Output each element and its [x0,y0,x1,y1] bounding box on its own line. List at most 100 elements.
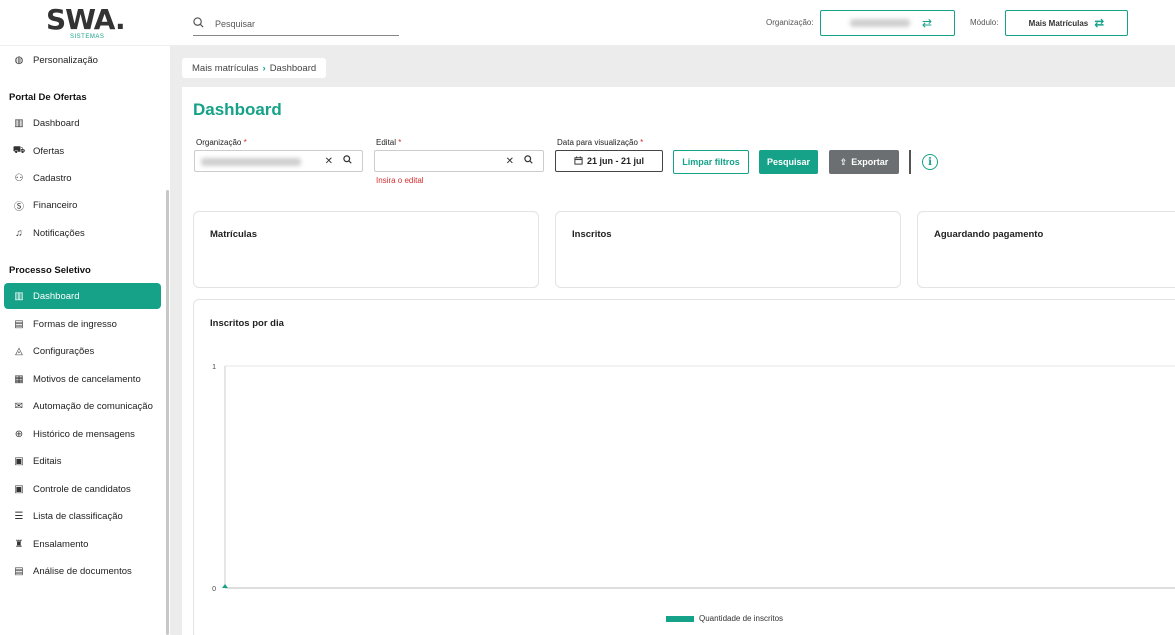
sidebar-item-label: Notificações [33,227,85,239]
module-value: Mais Matrículas [1028,18,1089,28]
search-placeholder: Pesquisar [215,18,256,29]
message-history-icon: ⊕ [14,428,24,440]
edital-label: Edital * [376,138,401,147]
sidebar-item-label: Dashboard [33,117,80,129]
card-inscritos: Inscritos [555,211,901,288]
sidebar-item-label: Financeiro [33,199,78,211]
search-button[interactable]: Pesquisar [759,150,818,174]
module-label: Módulo: [970,18,999,27]
required-mark: * [243,138,247,147]
chart-canvas: 10 [212,364,1175,593]
dollar-circle-icon: Ⓢ [14,201,24,213]
sidebar: ◍ Personalização Portal De Ofertas ▥ Das… [0,46,170,635]
sidebar-item-label: Ofertas [33,145,65,157]
search-icon[interactable] [343,155,352,167]
organization-switcher[interactable]: ⇄ [820,10,955,36]
mail-icon: ✉ [14,400,24,412]
organizacao-value-redacted [201,158,301,166]
sidebar-item-label: Controle de candidatos [33,483,131,495]
breadcrumb-parent[interactable]: Mais matrículas [192,63,259,74]
swap-icon: ⇄ [921,16,932,30]
sidebar-item-label: Automação de comunicação [33,400,153,412]
organization-name-redacted [849,19,910,27]
sidebar-item-ensalamento[interactable]: ♜ Ensalamento [4,531,161,557]
graduation-cap-icon: ◬ [15,345,23,357]
classroom-icon: ♜ [14,538,24,550]
required-mark: * [640,138,644,147]
legend-swatch [666,615,694,622]
dashboard-icon: ▥ [14,290,24,302]
required-mark: * [398,138,402,147]
export-button[interactable]: ⇪ Exportar [829,150,899,174]
dashboard-panel: Dashboard Organização * ✕ Edital * ✕ Ins… [182,87,1175,635]
date-range-value: 21 jun - 21 jul [586,156,644,166]
sidebar-item-configuracoes[interactable]: ◬ Configurações [4,338,161,364]
sidebar-item-label: Cadastro [33,172,72,184]
page-title: Dashboard [193,100,282,119]
clear-icon[interactable]: ✕ [506,156,514,167]
chevron-right-icon: › [262,62,266,74]
card-title: Matrículas [210,229,257,240]
sidebar-item-personalizacao[interactable]: ◍ Personalização [4,47,161,73]
sidebar-item-cadastro[interactable]: ⚇ Cadastro [4,165,161,191]
search-input[interactable]: Pesquisar [193,12,399,36]
logo[interactable]: SWA. SISTEMAS [46,6,126,42]
edital-label-text: Edital [376,138,397,147]
data-point [222,584,228,588]
sidebar-item-historico-de-mensagens[interactable]: ⊕ Histórico de mensagens [4,421,161,447]
list-icon: ☰ [14,510,24,522]
organizacao-label: Organização * [196,138,247,147]
info-icon[interactable]: i [922,154,938,170]
chart-inscritos-por-dia: Inscritos por dia 10 Quantidade de inscr… [193,299,1175,635]
document-check-icon: ▤ [14,565,24,577]
search-icon[interactable] [524,155,533,167]
sidebar-section-title: Processo Seletivo [9,265,91,276]
breadcrumb: Mais matrículas › Dashboard [182,58,327,78]
y-tick-label: 0 [212,586,216,593]
cart-icon: ⛟ [12,144,26,156]
user-edit-icon: ⚇ [14,172,24,184]
sidebar-item-lista-de-classificacao[interactable]: ☰ Lista de classificação [4,503,161,529]
sidebar-item-label: Histórico de mensagens [33,428,135,440]
sidebar-item-dashboard-ofertas[interactable]: ▥ Dashboard [4,110,161,136]
sidebar-item-notificacoes[interactable]: ♫ Notificações [4,220,161,246]
main-content: Mais matrículas › Dashboard Dashboard Or… [170,46,1175,635]
sidebar-item-controle-de-candidatos[interactable]: ▣ Controle de candidatos [4,476,161,502]
sidebar-item-label: Personalização [33,54,98,66]
export-label: Exportar [851,157,889,167]
edital-field[interactable]: ✕ [374,150,544,172]
organizacao-field[interactable]: ✕ [194,150,363,172]
sidebar-item-label: Motivos de cancelamento [33,373,141,385]
sidebar-scrollbar[interactable] [166,190,169,635]
organization-label: Organização: [766,18,814,27]
sidebar-item-automacao-de-comunicacao[interactable]: ✉ Automação de comunicação [4,393,161,419]
card-aguardando-pagamento: Aguardando pagamento [917,211,1175,288]
card-matriculas: Matrículas [193,211,539,288]
legend-label: Quantidade de inscritos [699,614,784,623]
clear-filters-button[interactable]: Limpar filtros [673,150,749,174]
module-switcher[interactable]: Mais Matrículas ⇄ [1005,10,1128,36]
sidebar-item-editais[interactable]: ▣ Editais [4,448,161,474]
chart-legend[interactable]: Quantidade de inscritos [666,614,783,623]
sidebar-item-dashboard-processo[interactable]: ▥ Dashboard [4,283,161,309]
search-icon [193,16,211,31]
divider [909,150,911,174]
sidebar-item-financeiro[interactable]: Ⓢ Financeiro [4,192,161,218]
sidebar-item-label: Análise de documentos [33,565,132,577]
sidebar-item-label: Configurações [33,345,95,357]
calendar-edit-icon: ▣ [14,455,24,467]
y-tick-label: 1 [212,364,216,371]
sidebar-item-motivos-de-cancelamento[interactable]: ▦ Motivos de cancelamento [4,366,161,392]
sidebar-item-ofertas[interactable]: ⛟ Ofertas [4,138,161,164]
date-label: Data para visualização * [557,138,643,147]
sidebar-item-formas-de-ingresso[interactable]: ▤ Formas de ingresso [4,311,161,337]
clear-icon[interactable]: ✕ [325,156,333,167]
sidebar-item-label: Editais [33,455,62,467]
card-title: Inscritos [572,229,612,240]
sidebar-item-analise-de-documentos[interactable]: ▤ Análise de documentos [4,558,161,584]
logo-text: SWA. [46,3,126,36]
form-icon: ▤ [14,318,24,330]
export-icon: ⇪ [839,156,848,167]
date-range-button[interactable]: 21 jun - 21 jul [555,150,663,172]
bell-icon: ♫ [15,227,23,239]
